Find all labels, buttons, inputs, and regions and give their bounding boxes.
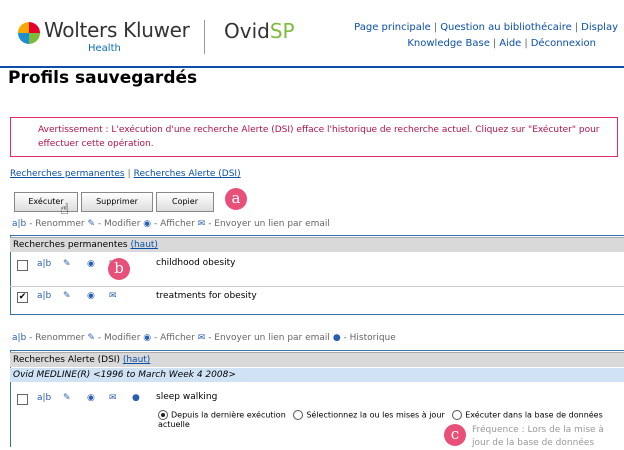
email-icon: ✉: [197, 333, 206, 343]
top-navigation: Page principale | Question au bibliothécai…: [354, 20, 618, 52]
link-alert-searches[interactable]: Recherches Alerte (DSI): [134, 169, 241, 179]
section-links: Recherches permanentes | Recherches Alerte…: [10, 169, 241, 179]
callout-c: c: [444, 424, 466, 446]
alert-searches-header: Recherches Alerte (DSI) (haut): [10, 352, 624, 367]
permanent-searches-header: Recherches permanentes (haut): [10, 237, 624, 252]
rename-icon: a|b: [12, 219, 27, 229]
link-permanent-searches[interactable]: Recherches permanentes: [10, 169, 125, 179]
link-knowledge-base[interactable]: Knowledge Base: [407, 38, 490, 49]
link-help[interactable]: Aide: [499, 38, 521, 49]
alert-search-name: sleep walking: [156, 392, 218, 402]
eye-icon[interactable]: ◉: [87, 393, 95, 403]
option-select-updates: Sélectionnez la ou les mises à jour: [306, 410, 445, 420]
icon-legend-alerts: a|b - Renommer ✎ - Modifier ◉ - Afficher…: [12, 333, 396, 343]
row-checkbox-sleep-walking[interactable]: [17, 394, 28, 405]
row-checkbox-childhood-obesity[interactable]: [17, 260, 28, 271]
warning-text: Avertissement : L'exécution d'une recher…: [38, 125, 600, 149]
callout-b: b: [108, 258, 130, 280]
rename-icon[interactable]: a|b: [37, 259, 51, 269]
brand-name: Wolters Kluwer: [44, 18, 190, 42]
pencil-icon: ✎: [87, 219, 96, 229]
permanent-top-link[interactable]: (haut): [130, 240, 157, 250]
legend-modify: - Modifier: [97, 219, 141, 229]
database-name: Ovid MEDLINE(R) <1996 to March Week 4 20…: [13, 370, 236, 380]
product-name-sp: SP: [269, 19, 295, 43]
eye-icon: ◉: [143, 333, 152, 343]
pencil-icon[interactable]: ✎: [63, 393, 71, 403]
top-links-row-1: Page principale | Question au bibliothécai…: [354, 22, 618, 33]
database-bar: Ovid MEDLINE(R) <1996 to March Week 4 20…: [10, 368, 624, 382]
brand-subtitle: Health: [88, 43, 121, 54]
link-logout[interactable]: Déconnexion: [531, 38, 596, 49]
radio-since-last-run[interactable]: [158, 410, 168, 420]
history-icon: ●: [332, 333, 341, 343]
wolters-kluwer-logo-icon: [18, 22, 40, 44]
pencil-icon: ✎: [87, 333, 96, 343]
option-since-last-run: Depuis la dernière exécution: [171, 410, 286, 420]
pencil-icon[interactable]: ✎: [63, 259, 71, 269]
hand-cursor-icon: ☝: [60, 200, 70, 218]
email-icon[interactable]: ✉: [109, 291, 117, 301]
eye-icon: ◉: [143, 219, 152, 229]
legend-display: - Afficher: [154, 219, 195, 229]
legend-email: - Envoyer un lien par email: [208, 333, 330, 343]
frequency-text: Fréquence : Lors de la mise à jour de la…: [472, 425, 604, 448]
permanent-searches-title: Recherches permanentes: [13, 240, 128, 250]
warning-box: Avertissement : L'exécution d'une recher…: [10, 117, 618, 157]
link-ask-librarian[interactable]: Question au bibliothécaire: [440, 22, 572, 33]
rename-icon: a|b: [12, 333, 27, 343]
row-checkbox-treatments-for-obesity[interactable]: ✔: [17, 292, 28, 303]
legend-history: - Historique: [343, 333, 396, 343]
alert-searches-title: Recherches Alerte (DSI): [13, 355, 120, 365]
legend-display: - Afficher: [154, 333, 195, 343]
legend-rename: - Renommer: [29, 333, 85, 343]
link-home[interactable]: Page principale: [354, 22, 431, 33]
page-title: Profils sauvegardés: [8, 68, 198, 88]
history-icon[interactable]: ●: [132, 393, 140, 403]
rename-icon[interactable]: a|b: [37, 291, 51, 301]
pencil-icon[interactable]: ✎: [63, 291, 71, 301]
legend-rename: - Renommer: [29, 219, 85, 229]
saved-search-name: childhood obesity: [156, 258, 236, 268]
saved-search-name: treatments for obesity: [156, 291, 257, 301]
delete-button[interactable]: Supprimer: [81, 192, 153, 212]
alert-top-link[interactable]: (haut): [123, 355, 150, 365]
product-name-ovid: Ovid: [224, 19, 270, 43]
icon-legend-permanent: a|b - Renommer ✎ - Modifier ◉ - Afficher…: [12, 219, 330, 229]
radio-select-updates[interactable]: [293, 410, 304, 420]
legend-modify: - Modifier: [97, 333, 141, 343]
eye-icon[interactable]: ◉: [87, 291, 95, 301]
email-icon: ✉: [197, 219, 206, 229]
product-name: OvidSP: [224, 19, 295, 43]
radio-current-database[interactable]: [452, 410, 463, 420]
callout-a: a: [225, 188, 247, 210]
brand-divider: [204, 20, 205, 54]
row-divider: [10, 286, 624, 287]
legend-email: - Envoyer un lien par email: [208, 219, 330, 229]
link-display[interactable]: Display: [581, 22, 618, 33]
eye-icon[interactable]: ◉: [87, 259, 95, 269]
email-icon[interactable]: ✉: [109, 393, 117, 403]
top-links-row-2: Knowledge Base | Aide | Déconnexion: [407, 38, 596, 49]
rename-icon[interactable]: a|b: [37, 393, 51, 403]
copy-button[interactable]: Copier: [156, 192, 214, 212]
